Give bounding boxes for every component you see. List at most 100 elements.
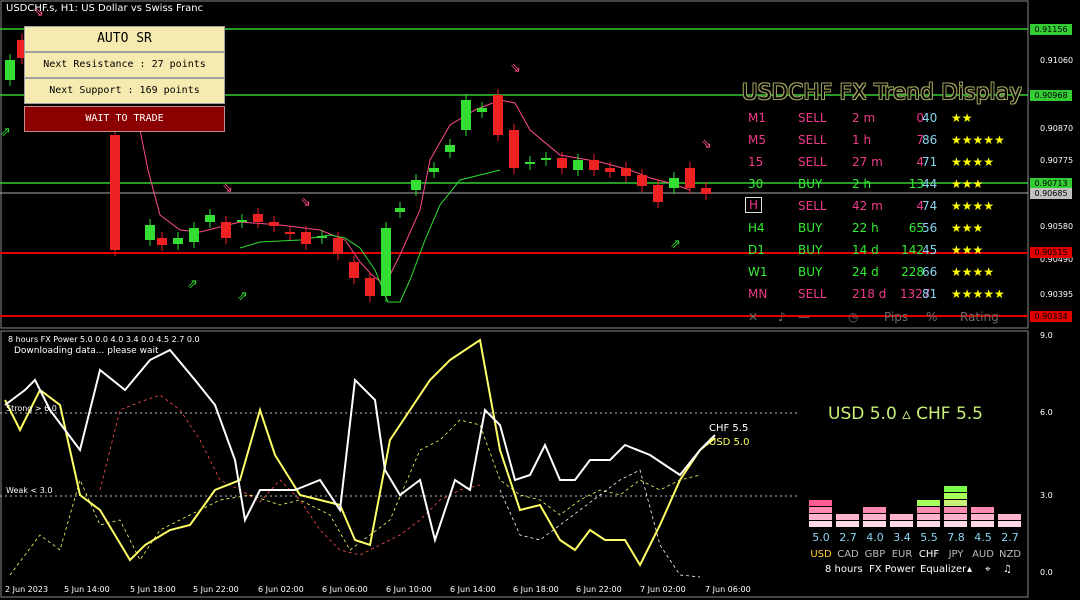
currency-strength-value: 2.7 <box>1001 531 1019 544</box>
price-axis-label: 0.90395 <box>1040 290 1074 299</box>
legend-usd: USD 5.0 <box>709 437 750 448</box>
equalizer-bar-segment <box>809 514 832 520</box>
currency-code[interactable]: CHF <box>917 549 941 560</box>
direction-label: BUY <box>798 177 823 191</box>
timeframe-label: M1 <box>748 111 766 125</box>
pips-value: 7 <box>916 133 924 147</box>
direction-label: SELL <box>798 199 827 213</box>
currency-strength-value: 4.5 <box>974 531 992 544</box>
price-tag: 0.90685 <box>1030 188 1072 199</box>
candle-body <box>429 168 439 172</box>
currency-strength-value: 7.8 <box>947 531 965 544</box>
equalizer-bar-segment <box>971 507 994 513</box>
duration-label: 1 h <box>852 133 872 147</box>
download-status: Downloading data... please wait <box>14 346 159 356</box>
price-tag: 0.90515 <box>1030 247 1072 258</box>
price-axis-label: 0.90775 <box>1040 156 1074 165</box>
equalizer-bar-segment <box>998 514 1021 520</box>
rating-stars: ★★★★ <box>951 265 995 279</box>
close-icon[interactable]: ✕ <box>748 310 758 324</box>
candle-body <box>621 168 631 176</box>
timeframe-label: M5 <box>748 133 766 147</box>
pips-value: 4 <box>916 155 924 169</box>
currency-code[interactable]: AUD <box>971 549 995 560</box>
duration-label: 14 d <box>852 243 879 257</box>
time-axis-label: 7 Jun 06:00 <box>705 585 751 594</box>
direction-label: SELL <box>798 155 827 169</box>
candle-body <box>669 178 679 188</box>
pips-value: 142 <box>901 243 924 257</box>
currency-code[interactable]: JPY <box>944 549 968 560</box>
currency-code[interactable]: GBP <box>863 549 887 560</box>
equalizer-bar-segment <box>944 493 967 499</box>
currency-code[interactable]: USD <box>809 549 833 560</box>
fx-power-title: 8 hours FX Power 5.0 0.0 4.0 3.4 0.0 4.5… <box>8 335 200 344</box>
equalizer-bar-segment <box>890 521 913 527</box>
percent-value: 71 <box>922 155 938 169</box>
timeframe-label: 15 <box>748 155 764 169</box>
pips-header: Pips <box>884 310 909 324</box>
time-axis-label: 7 Jun 02:00 <box>640 585 686 594</box>
arrow-up-icon[interactable]: ▴ <box>967 564 972 575</box>
trend-display-title: USDCHF FX Trend Display <box>742 80 1023 104</box>
rating-stars: ★★★ <box>951 243 984 257</box>
trade-status-button[interactable]: WAIT TO TRADE <box>24 106 225 132</box>
equalizer-bar-segment <box>944 486 967 492</box>
equalizer-bar-segment <box>917 507 940 513</box>
equalizer-bar-segment <box>809 521 832 527</box>
candle-body <box>653 185 663 202</box>
direction-label: BUY <box>798 265 823 279</box>
rating-stars: ★★★★★ <box>951 133 1005 147</box>
candle-body <box>173 238 183 244</box>
eq-mode[interactable]: Equalizer <box>920 564 966 575</box>
pips-value: 1327 <box>900 287 931 301</box>
eq-name[interactable]: FX Power <box>869 564 915 575</box>
price-axis-label: 0.90580 <box>1040 222 1074 231</box>
candle-body <box>110 135 120 250</box>
currency-code[interactable]: NZD <box>998 549 1022 560</box>
price-tag: 0.90334 <box>1030 311 1072 322</box>
price-axis-label: 0.91060 <box>1040 56 1074 65</box>
currency-code[interactable]: EUR <box>890 549 914 560</box>
equalizer-bar-segment <box>863 514 886 520</box>
candle-body <box>285 232 295 234</box>
currency-code[interactable]: CAD <box>836 549 860 560</box>
candle-body <box>557 158 567 168</box>
rating-header: Rating <box>960 310 999 324</box>
percent-value: 74 <box>922 199 938 213</box>
candle-body <box>237 220 247 222</box>
strong-label: Strong > 6.0 <box>6 404 57 413</box>
candle-body <box>477 108 487 112</box>
rating-stars: ★★★★ <box>951 155 995 169</box>
time-axis-label: 5 Jun 18:00 <box>130 585 176 594</box>
currency-strength-value: 2.7 <box>839 531 857 544</box>
crosshair-icon[interactable]: ⌖ <box>985 564 991 575</box>
candle-body <box>541 158 551 160</box>
candle-body <box>5 60 15 80</box>
candle-body <box>637 175 647 186</box>
pips-value: 4 <box>916 199 924 213</box>
equalizer-bar-segment <box>971 514 994 520</box>
percent-value: 45 <box>922 243 938 257</box>
svg-text:⇗: ⇗ <box>237 289 248 304</box>
price-tag: 0.90968 <box>1030 90 1072 101</box>
candle-body <box>145 225 155 240</box>
percent-value: 66 <box>922 265 938 279</box>
legend-chf: CHF 5.5 <box>709 423 749 434</box>
eq-period[interactable]: 8 hours <box>825 564 863 575</box>
music-icon[interactable]: ♪ <box>778 310 786 324</box>
duration-label: 2 m <box>852 111 876 125</box>
duration-label: 24 d <box>852 265 879 279</box>
equalizer-bar-segment <box>917 514 940 520</box>
equalizer-bar-segment <box>944 500 967 506</box>
equalizer-bar-segment <box>836 514 859 520</box>
equalizer-bar-segment <box>809 507 832 513</box>
candle-body <box>685 168 695 188</box>
time-axis-label: 6 Jun 18:00 <box>513 585 559 594</box>
equalizer-bar-segment <box>836 521 859 527</box>
candle-body <box>411 180 421 190</box>
time-axis-label: 5 Jun 14:00 <box>64 585 110 594</box>
music-icon[interactable]: ♫ <box>1003 564 1012 575</box>
pair-strength: USD 5.0 ▵ CHF 5.5 <box>828 404 983 424</box>
minus-icon[interactable]: — <box>798 310 810 324</box>
